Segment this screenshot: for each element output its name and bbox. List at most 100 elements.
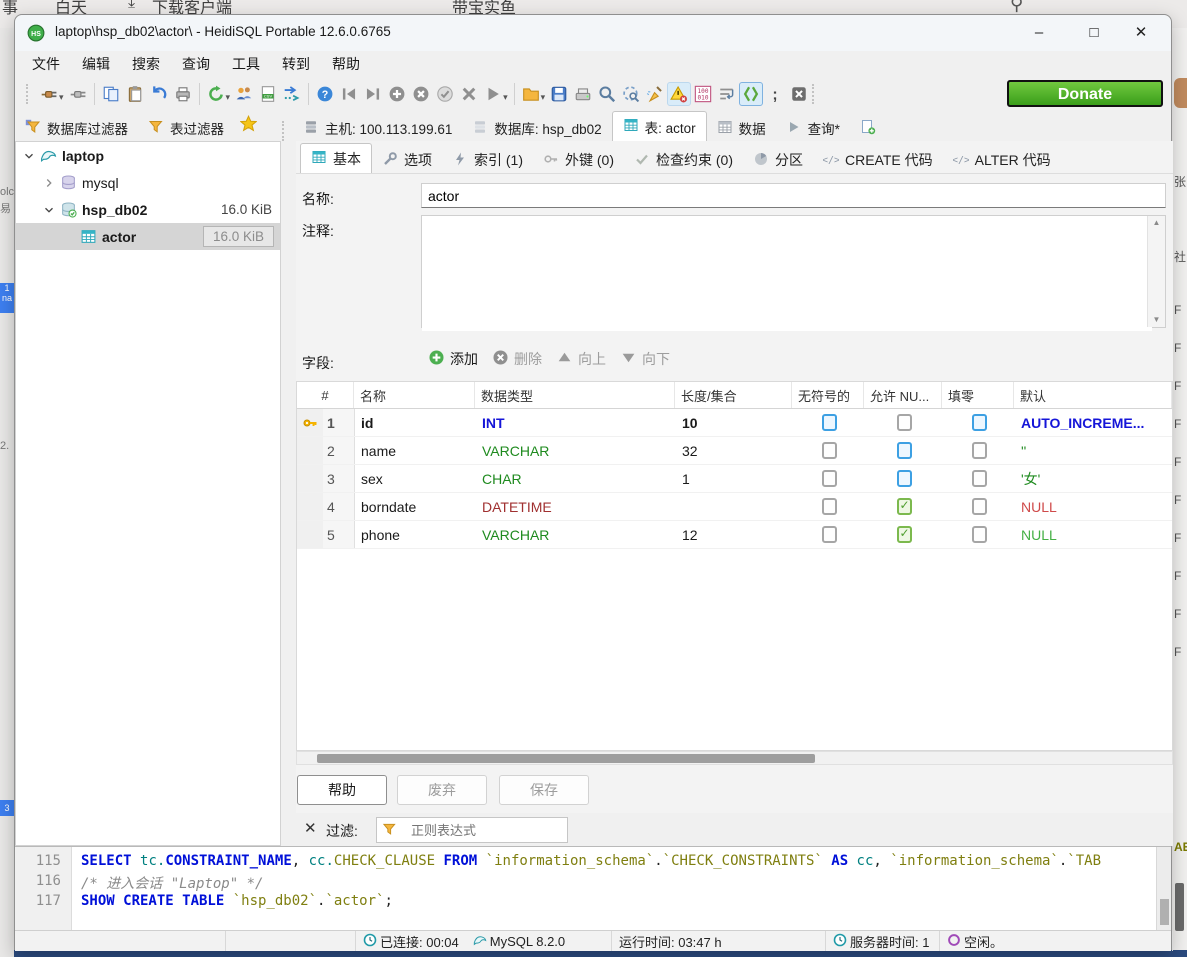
first-record-icon[interactable] <box>337 82 361 106</box>
scrollbar-thumb[interactable] <box>317 754 815 763</box>
main-tab-new-query-tab[interactable] <box>850 115 886 141</box>
unsigned-checkbox[interactable] <box>822 470 837 487</box>
menu-search[interactable]: 搜索 <box>121 51 171 77</box>
unsigned-checkbox[interactable] <box>822 498 837 515</box>
menu-edit[interactable]: 编辑 <box>71 51 121 77</box>
sql-line[interactable]: SHOW CREATE TABLE `hsp_db02`.`actor`; <box>81 893 393 913</box>
editor-tab-indexes[interactable]: 索引 (1) <box>442 147 533 173</box>
tree-item-db-hsp_db02[interactable]: hsp_db0216.0 KiB <box>16 196 280 223</box>
zerofill-checkbox[interactable] <box>972 470 987 487</box>
database-filter-button[interactable]: 数据库过滤器 <box>15 115 138 141</box>
chevron-down-icon[interactable] <box>42 203 56 217</box>
editor-tab-options[interactable]: 选项 <box>372 147 442 173</box>
post-record-icon[interactable] <box>433 82 457 106</box>
close-tab-icon[interactable] <box>787 82 811 106</box>
column-header-4[interactable]: 无符号的 <box>792 382 864 408</box>
editor-tab-alter-code[interactable]: </>ALTER 代码 <box>943 147 1061 173</box>
chevron-right-icon[interactable] <box>42 176 56 190</box>
column-header-3[interactable]: 长度/集合 <box>675 382 792 408</box>
unsigned-checkbox[interactable] <box>822 526 837 543</box>
table-filter-button[interactable]: 表过滤器 <box>138 115 234 141</box>
minimize-button[interactable]: – <box>1017 19 1061 47</box>
user-manager-icon[interactable] <box>232 82 256 106</box>
editor-tab-create-code[interactable]: </>CREATE 代码 <box>813 147 943 173</box>
zerofill-checkbox[interactable] <box>972 414 987 431</box>
field-row-borndate[interactable]: 4borndateDATETIMENULL <box>297 493 1172 521</box>
discard-button[interactable]: 废弃 <box>397 775 487 805</box>
column-header-0[interactable]: # <box>297 382 354 408</box>
help-icon[interactable]: ? <box>313 82 337 106</box>
sql-line[interactable]: /* 进入会话 "Laptop" */ <box>81 873 263 893</box>
disconnect-icon[interactable] <box>66 82 90 106</box>
editor-tab-foreign-keys[interactable]: 外键 (0) <box>533 147 624 173</box>
move-down-button[interactable]: 向下 <box>620 349 670 369</box>
find-again-icon[interactable] <box>619 82 643 106</box>
field-row-phone[interactable]: 5phoneVARCHAR12NULL <box>297 521 1172 549</box>
zerofill-checkbox[interactable] <box>972 442 987 459</box>
sql-line[interactable]: SELECT tc.CONSTRAINT_NAME, cc.CHECK_CLAU… <box>81 853 1101 873</box>
export-grid-icon[interactable]: CSV <box>256 82 280 106</box>
menu-goto[interactable]: 转到 <box>271 51 321 77</box>
tree-item-db-mysql[interactable]: mysql <box>16 169 280 196</box>
insert-record-icon[interactable] <box>385 82 409 106</box>
allow-null-checkbox[interactable] <box>897 442 912 459</box>
allow-null-checkbox[interactable] <box>897 526 912 543</box>
sql-log-panel[interactable]: 115116117 SELECT tc.CONSTRAINT_NAME, cc.… <box>15 846 1171 931</box>
main-tab-data[interactable]: 数据 <box>707 115 776 141</box>
scrollbar-thumb[interactable] <box>1160 899 1169 925</box>
main-tab-host[interactable]: 主机: 100.113.199.61 <box>293 115 462 141</box>
maximize-button[interactable]: □ <box>1072 19 1116 47</box>
clean-icon[interactable] <box>643 82 667 106</box>
print-icon[interactable] <box>171 82 195 106</box>
remove-field-button[interactable]: 删除 <box>492 349 542 369</box>
editor-tab-partitions[interactable]: 分区 <box>743 147 813 173</box>
zerofill-checkbox[interactable] <box>972 526 987 543</box>
command-line-icon[interactable] <box>280 82 304 106</box>
tree-item-table-actor[interactable]: actor16.0 KiB <box>16 223 280 250</box>
save-file-icon[interactable] <box>547 82 571 106</box>
comment-scrollbar[interactable]: ▲ ▼ <box>1147 216 1165 327</box>
filter-close-button[interactable]: ✕ <box>304 819 317 837</box>
donate-button[interactable]: Donate <box>1007 80 1163 107</box>
help-button[interactable]: 帮助 <box>297 775 387 805</box>
allow-null-checkbox[interactable] <box>897 498 912 515</box>
column-header-1[interactable]: 名称 <box>354 382 475 408</box>
export-sql-icon[interactable] <box>571 82 595 106</box>
zerofill-checkbox[interactable] <box>972 498 987 515</box>
column-header-5[interactable]: 允许 NU... <box>864 382 942 408</box>
tree-item-server-laptop[interactable]: laptop <box>16 142 280 169</box>
paste-icon[interactable] <box>123 82 147 106</box>
refresh-icon[interactable] <box>204 82 228 106</box>
copy-icon[interactable] <box>99 82 123 106</box>
column-header-2[interactable]: 数据类型 <box>475 382 675 408</box>
field-row-sex[interactable]: 3sexCHAR1'女' <box>297 465 1172 493</box>
menu-help[interactable]: 帮助 <box>321 51 371 77</box>
last-record-icon[interactable] <box>361 82 385 106</box>
scroll-down-icon[interactable]: ▼ <box>1148 313 1165 327</box>
save-button[interactable]: 保存 <box>499 775 589 805</box>
favorites-star-icon[interactable] <box>240 115 257 137</box>
delimiter-icon[interactable]: ; <box>763 82 787 106</box>
horizontal-scrollbar[interactable] <box>296 751 1173 765</box>
table-name-input[interactable] <box>421 183 1166 208</box>
main-tab-database[interactable]: 数据库: hsp_db02 <box>462 115 611 141</box>
unsigned-checkbox[interactable] <box>822 414 837 431</box>
field-row-name[interactable]: 2nameVARCHAR32'' <box>297 437 1172 465</box>
comment-textarea[interactable] <box>422 216 1152 331</box>
scroll-up-icon[interactable]: ▲ <box>1148 216 1165 230</box>
warnings-icon[interactable] <box>667 82 691 106</box>
open-file-icon[interactable] <box>519 82 543 106</box>
vertical-scrollbar[interactable] <box>1156 847 1171 931</box>
menu-tools[interactable]: 工具 <box>221 51 271 77</box>
add-field-button[interactable]: 添加 <box>428 349 478 369</box>
delete-record-icon[interactable] <box>457 82 481 106</box>
connect-icon[interactable] <box>37 82 61 106</box>
title-bar[interactable]: HS laptop\hsp_db02\actor\ - HeidiSQL Por… <box>15 15 1171 51</box>
binary-view-icon[interactable]: 100010 <box>691 82 715 106</box>
column-header-7[interactable]: 默认 <box>1014 382 1172 408</box>
column-header-6[interactable]: 填零 <box>942 382 1014 408</box>
cancel-record-icon[interactable] <box>409 82 433 106</box>
search-icon[interactable] <box>595 82 619 106</box>
menu-file[interactable]: 文件 <box>21 51 71 77</box>
undo-icon[interactable] <box>147 82 171 106</box>
